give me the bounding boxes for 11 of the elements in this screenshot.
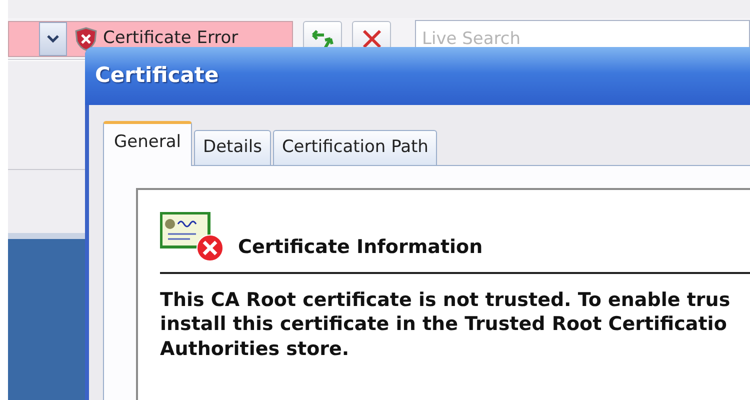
tab[interactable]: General — [103, 121, 192, 166]
tab[interactable]: Details — [194, 130, 271, 164]
tab[interactable]: Certification Path — [272, 130, 438, 164]
refresh-arrows-icon — [310, 28, 336, 50]
shield-error-icon — [75, 26, 97, 50]
close-icon — [362, 28, 382, 48]
section-heading: Certificate Information — [238, 235, 483, 260]
window-title: Certificate — [85, 47, 750, 105]
caret-icon — [47, 34, 59, 42]
trust-message: This CA Root certificate is not trusted. To enable trus install this certificate in the Trusted Root Certificatio Authorities store. — [160, 288, 732, 362]
dropdown-button[interactable] — [39, 22, 67, 56]
